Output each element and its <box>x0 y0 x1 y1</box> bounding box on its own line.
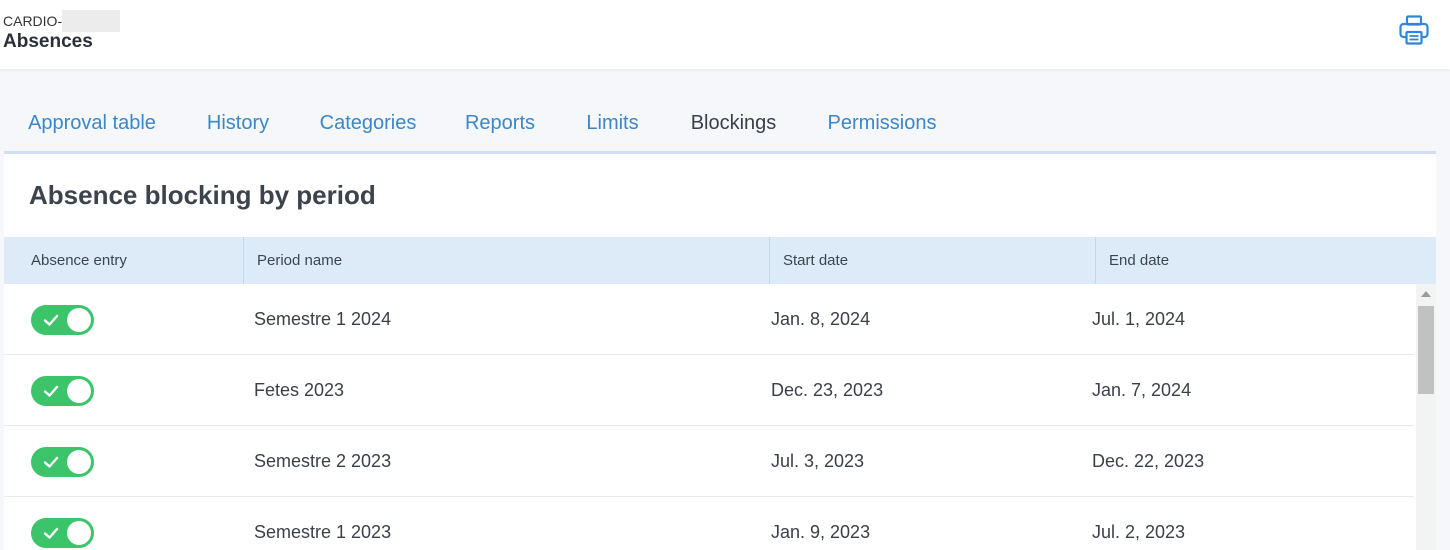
scrollbar-thumb[interactable] <box>1418 306 1434 394</box>
column-header-end-date[interactable]: End date <box>1109 237 1169 284</box>
period-name-cell: Fetes 2023 <box>254 380 345 400</box>
table-row: Semestre 2 2023 Jul. 3, 2023 Dec. 22, 20… <box>4 426 1414 497</box>
start-date-cell: Jul. 3, 2023 <box>771 451 865 471</box>
table-row: Fetes 2023 Dec. 23, 2023 Jan. 7, 2024 <box>4 355 1414 426</box>
start-date-cell: Dec. 23, 2023 <box>771 380 884 400</box>
table-row: Semestre 1 2024 Jan. 8, 2024 Jul. 1, 202… <box>4 284 1414 355</box>
period-name-cell: Semestre 1 2024 <box>254 309 392 329</box>
scroll-up-arrow-icon[interactable] <box>1421 291 1431 297</box>
tab-permissions[interactable]: Permissions <box>802 93 962 154</box>
tab-categories[interactable]: Categories <box>296 93 440 154</box>
column-header-start-date[interactable]: Start date <box>783 237 848 284</box>
end-date-cell: Dec. 22, 2023 <box>1092 451 1205 471</box>
check-icon <box>43 527 59 539</box>
blocking-card: Absence blocking by period Absence entry… <box>4 154 1436 550</box>
check-icon <box>43 314 59 326</box>
column-divider[interactable] <box>1095 237 1096 284</box>
top-bar: CARDIO- Absences <box>0 0 1450 69</box>
toggle-knob <box>67 521 91 545</box>
absence-entry-toggle[interactable] <box>31 447 94 477</box>
absence-entry-toggle[interactable] <box>31 518 94 548</box>
start-date-cell: Jan. 9, 2023 <box>771 522 871 542</box>
tab-approval-table[interactable]: Approval table <box>4 93 180 154</box>
table-body: Semestre 1 2024 Jan. 8, 2024 Jul. 1, 202… <box>4 284 1414 550</box>
column-divider[interactable] <box>769 237 770 284</box>
organization-line: CARDIO- <box>3 10 121 32</box>
start-date-cell: Jan. 8, 2024 <box>771 309 871 329</box>
tab-reports[interactable]: Reports <box>440 93 560 154</box>
section-title: Absence blocking by period <box>29 180 376 210</box>
toggle-knob <box>67 308 91 332</box>
column-divider[interactable] <box>243 237 244 284</box>
print-button[interactable] <box>1396 12 1432 48</box>
table-scrollbar[interactable] <box>1416 284 1436 550</box>
tab-bar: Approval table History Categories Report… <box>4 93 1436 157</box>
absence-entry-toggle[interactable] <box>31 376 94 406</box>
table-row: Semestre 1 2023 Jan. 9, 2023 Jul. 2, 202… <box>4 497 1414 550</box>
column-header-period-name[interactable]: Period name <box>257 237 342 284</box>
end-date-cell: Jul. 1, 2024 <box>1092 309 1186 329</box>
column-header-absence-entry[interactable]: Absence entry <box>31 237 127 284</box>
period-name-cell: Semestre 1 2023 <box>254 522 392 542</box>
tab-limits[interactable]: Limits <box>560 93 665 154</box>
absence-entry-toggle[interactable] <box>31 305 94 335</box>
period-name-cell: Semestre 2 2023 <box>254 451 392 471</box>
end-date-cell: Jul. 2, 2023 <box>1092 522 1186 542</box>
check-icon <box>43 385 59 397</box>
printer-icon <box>1399 15 1429 45</box>
app-title: Absences <box>3 31 93 52</box>
end-date-cell: Jan. 7, 2024 <box>1092 380 1192 400</box>
check-icon <box>43 456 59 468</box>
organization-name: CARDIO- <box>3 13 63 29</box>
redacted-organization-suffix <box>62 10 121 32</box>
tab-history[interactable]: History <box>180 93 296 154</box>
toggle-knob <box>67 379 91 403</box>
toggle-knob <box>67 450 91 474</box>
tab-blockings[interactable]: Blockings <box>665 93 802 157</box>
table-header: Absence entry Period name Start date End… <box>4 237 1436 284</box>
